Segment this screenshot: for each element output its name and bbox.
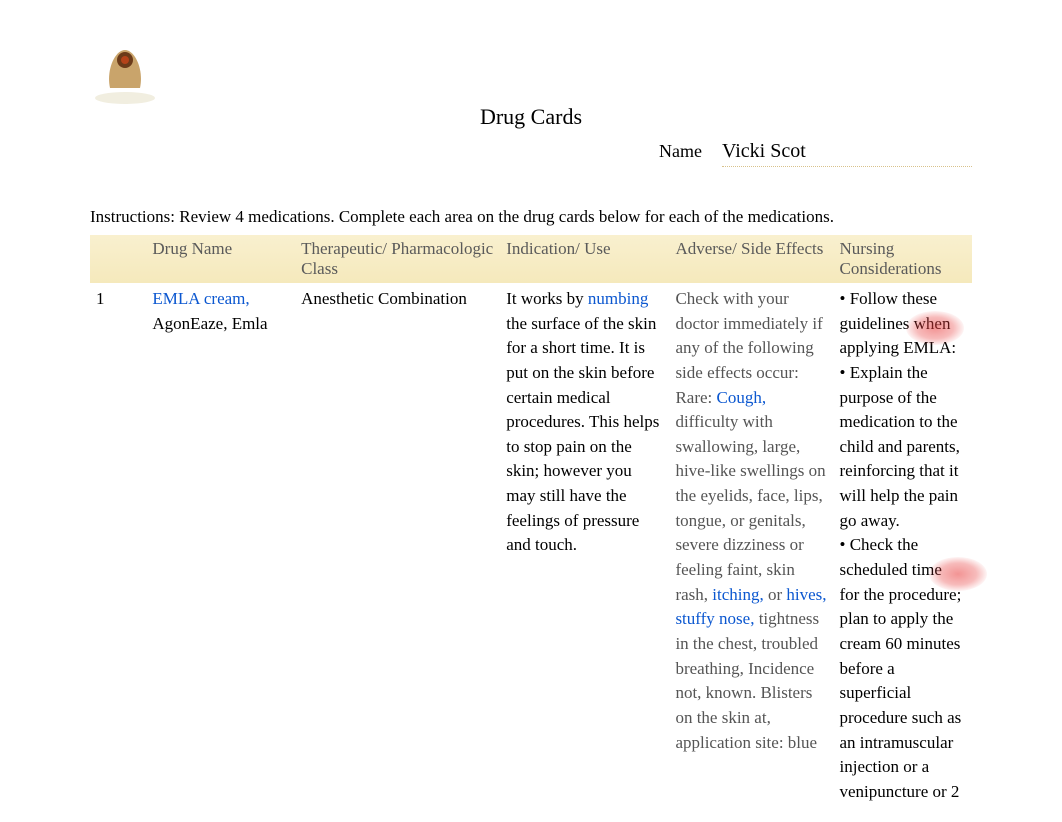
col-header-class: Therapeutic/ Pharmacologic Class [295,235,500,283]
col-header-drug: Drug Name [146,235,295,283]
adverse-tail: tightness in the chest, troubled breathi… [675,609,819,751]
adverse-link-itching[interactable]: itching, [712,585,763,604]
document-page: Drug Cards Name Vicki Scot Instructions:… [0,0,1062,822]
instructions-text: Instructions: Review 4 medications. Comp… [90,207,972,227]
drug-table: Drug Name Therapeutic/ Pharmacologic Cla… [90,235,972,808]
drug-name-link[interactable]: EMLA cream, [152,289,249,308]
indication-link[interactable]: numbing [588,289,648,308]
cell-nursing: • Follow these guidelines when applying … [834,283,972,808]
indication-post: the surface of the skin for a short time… [506,314,659,555]
col-header-num [90,235,146,283]
name-value: Vicki Scot [722,140,972,167]
col-header-indication: Indication/ Use [500,235,669,283]
drug-name-rest: AgonEaze, Emla [152,314,267,333]
nursing-text: • Follow these guidelines when applying … [840,287,966,804]
name-label: Name [659,141,702,162]
cell-adverse: Check with your doctor immediately if an… [669,283,833,808]
drug-table-wrap: Drug Name Therapeutic/ Pharmacologic Cla… [90,235,972,808]
table-row: 1 EMLA cream, AgonEaze, Emla Anesthetic … [90,283,972,808]
adverse-mid2: or [764,585,787,604]
adverse-link-cough[interactable]: Cough, [717,388,767,407]
col-header-adverse: Adverse/ Side Effects [669,235,833,283]
cell-num: 1 [90,283,146,808]
page-title: Drug Cards [90,104,972,130]
indication-pre: It works by [506,289,588,308]
adverse-mid1: difficulty with swallowing, large, hive-… [675,412,825,603]
name-row: Name Vicki Scot [90,140,972,167]
cell-class: Anesthetic Combination [295,283,500,808]
cell-drug: EMLA cream, AgonEaze, Emla [146,283,295,808]
col-header-nursing: Nursing Considerations [834,235,972,283]
table-header-row: Drug Name Therapeutic/ Pharmacologic Cla… [90,235,972,283]
logo [90,40,160,110]
cell-indication: It works by numbing the surface of the s… [500,283,669,808]
